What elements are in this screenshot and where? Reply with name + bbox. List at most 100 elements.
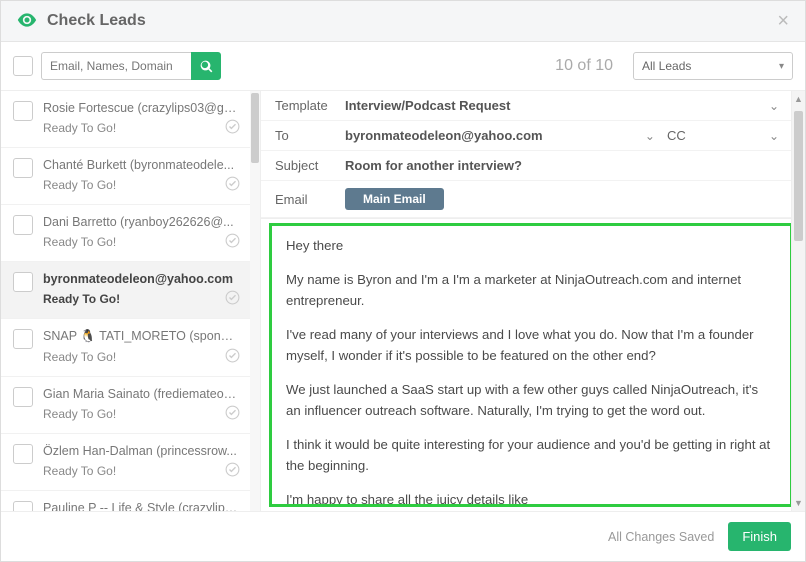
- main-email-badge[interactable]: Main Email: [345, 188, 444, 210]
- lead-row[interactable]: byronmateodeleon@yahoo.com Ready To Go!: [1, 262, 250, 319]
- lead-list-wrap: Rosie Fortescue (crazylips03@gm... Ready …: [1, 91, 261, 511]
- lead-row[interactable]: Chanté Burkett (byronmateodele... Ready T…: [1, 148, 250, 205]
- lead-row[interactable]: Dani Barretto (ryanboy262626@... Ready To…: [1, 205, 250, 262]
- email-paragraph: Hey there: [286, 236, 776, 256]
- lead-status: Ready To Go!: [43, 292, 120, 306]
- scrollbar-track: [250, 91, 260, 511]
- search-wrap: [41, 52, 221, 80]
- lead-name: Chanté Burkett (byronmateodele...: [43, 158, 240, 172]
- lead-checkbox[interactable]: [13, 215, 33, 235]
- lead-row[interactable]: Pauline P -- Life & Style (crazylips...: [1, 491, 250, 511]
- check-leads-modal: Check Leads × 10 of 10 All Leads ▾ Rosie…: [0, 0, 806, 562]
- check-circle-icon: [225, 233, 240, 251]
- template-label: Template: [275, 98, 345, 113]
- to-dropdown-icon[interactable]: ⌄: [633, 129, 667, 143]
- select-all-checkbox[interactable]: [13, 56, 33, 76]
- template-dropdown-icon[interactable]: ⌄: [757, 99, 791, 113]
- email-paragraph: My name is Byron and I'm a I'm a markete…: [286, 270, 776, 311]
- lead-name: Dani Barretto (ryanboy262626@...: [43, 215, 240, 229]
- lead-list[interactable]: Rosie Fortescue (crazylips03@gm... Ready …: [1, 91, 250, 511]
- lead-info: Özlem Han-Dalman (princessrow... Ready To…: [43, 444, 240, 480]
- lead-info: Pauline P -- Life & Style (crazylips...: [43, 501, 240, 511]
- footer: All Changes Saved Finish: [1, 511, 805, 561]
- lead-status-row: Ready To Go!: [43, 405, 240, 423]
- subject-label: Subject: [275, 158, 345, 173]
- lead-status: Ready To Go!: [43, 350, 116, 364]
- lead-name: Rosie Fortescue (crazylips03@gm...: [43, 101, 240, 115]
- lead-checkbox[interactable]: [13, 101, 33, 121]
- lead-checkbox[interactable]: [13, 501, 33, 511]
- email-badge-wrap: Main Email: [345, 188, 791, 210]
- save-status: All Changes Saved: [608, 530, 714, 544]
- check-circle-icon: [225, 176, 240, 194]
- close-icon[interactable]: ×: [777, 11, 789, 31]
- lead-row[interactable]: Gian Maria Sainato (frediemateo1... Ready…: [1, 377, 250, 434]
- lead-name: byronmateodeleon@yahoo.com: [43, 272, 240, 286]
- email-body[interactable]: Hey there My name is Byron and I'm a I'm …: [269, 223, 793, 507]
- toolbar: 10 of 10 All Leads ▾: [1, 42, 805, 91]
- lead-name: Gian Maria Sainato (frediemateo1...: [43, 387, 240, 401]
- cc-label: CC: [667, 128, 757, 143]
- eye-icon: [17, 13, 37, 30]
- lead-row[interactable]: SNAP 🐧 TATI_MORETO (sponge... Ready To Go…: [1, 319, 250, 377]
- subject-value: Room for another interview?: [345, 158, 791, 173]
- lead-row[interactable]: Özlem Han-Dalman (princessrow... Ready To…: [1, 434, 250, 491]
- lead-status: Ready To Go!: [43, 235, 116, 249]
- finish-button[interactable]: Finish: [728, 522, 791, 551]
- search-button[interactable]: [191, 52, 221, 80]
- check-circle-icon: [225, 119, 240, 137]
- lead-status: Ready To Go!: [43, 407, 116, 421]
- lead-info: Rosie Fortescue (crazylips03@gm... Ready …: [43, 101, 240, 137]
- list-scrollbar[interactable]: [250, 91, 260, 511]
- lead-info: Gian Maria Sainato (frediemateo1... Ready…: [43, 387, 240, 423]
- lead-name: Pauline P -- Life & Style (crazylips...: [43, 501, 240, 511]
- lead-info: SNAP 🐧 TATI_MORETO (sponge... Ready To Go…: [43, 329, 240, 366]
- check-circle-icon: [225, 348, 240, 366]
- lead-checkbox[interactable]: [13, 272, 33, 292]
- scroll-up-icon[interactable]: ▲: [794, 91, 803, 107]
- modal-title: Check Leads: [47, 12, 777, 30]
- to-value: byronmateodeleon@yahoo.com: [345, 128, 633, 143]
- check-circle-icon: [225, 462, 240, 480]
- lead-name: SNAP 🐧 TATI_MORETO (sponge...: [43, 329, 240, 344]
- subject-row: Subject Room for another interview?: [261, 151, 805, 181]
- lead-status: Ready To Go!: [43, 464, 116, 478]
- lead-status-row: Ready To Go!: [43, 233, 240, 251]
- email-label: Email: [275, 192, 345, 207]
- lead-status-row: Ready To Go!: [43, 290, 240, 308]
- template-row: Template Interview/Podcast Request ⌄: [261, 91, 805, 121]
- email-row: Email Main Email: [261, 181, 805, 218]
- email-paragraph: I think it would be quite interesting fo…: [286, 435, 776, 476]
- lead-name: Özlem Han-Dalman (princessrow...: [43, 444, 240, 458]
- to-label: To: [275, 128, 345, 143]
- scrollbar-thumb[interactable]: [794, 111, 803, 241]
- lead-status-row: Ready To Go!: [43, 176, 240, 194]
- lead-status-row: Ready To Go!: [43, 462, 240, 480]
- cc-dropdown-icon[interactable]: ⌄: [757, 129, 791, 143]
- detail-rows: Template Interview/Podcast Request ⌄ To …: [261, 91, 805, 219]
- modal-body: Rosie Fortescue (crazylips03@gm... Ready …: [1, 91, 805, 511]
- email-paragraph: I've read many of your interviews and I …: [286, 325, 776, 366]
- lead-status: Ready To Go!: [43, 178, 116, 192]
- lead-checkbox[interactable]: [13, 158, 33, 178]
- filter-dropdown[interactable]: All Leads ▾: [633, 52, 793, 80]
- email-paragraph: We just launched a SaaS start up with a …: [286, 380, 776, 421]
- lead-checkbox[interactable]: [13, 444, 33, 464]
- lead-status-row: Ready To Go!: [43, 119, 240, 137]
- modal-header: Check Leads ×: [1, 1, 805, 42]
- detail-pane: Template Interview/Podcast Request ⌄ To …: [261, 91, 805, 511]
- lead-checkbox[interactable]: [13, 387, 33, 407]
- lead-info: Chanté Burkett (byronmateodele... Ready T…: [43, 158, 240, 194]
- detail-scrollbar[interactable]: ▲ ▼: [791, 91, 805, 511]
- search-input[interactable]: [41, 52, 191, 80]
- filter-selected-label: All Leads: [642, 59, 691, 73]
- template-value: Interview/Podcast Request: [345, 98, 757, 113]
- lead-info: byronmateodeleon@yahoo.com Ready To Go!: [43, 272, 240, 308]
- lead-checkbox[interactable]: [13, 329, 33, 349]
- scrollbar-track: [792, 107, 805, 495]
- to-row: To byronmateodeleon@yahoo.com ⌄ CC ⌄: [261, 121, 805, 151]
- scroll-down-icon[interactable]: ▼: [794, 495, 803, 511]
- email-paragraph: I'm happy to share all the juicy details…: [286, 490, 776, 507]
- scrollbar-thumb[interactable]: [251, 93, 259, 163]
- lead-row[interactable]: Rosie Fortescue (crazylips03@gm... Ready …: [1, 91, 250, 148]
